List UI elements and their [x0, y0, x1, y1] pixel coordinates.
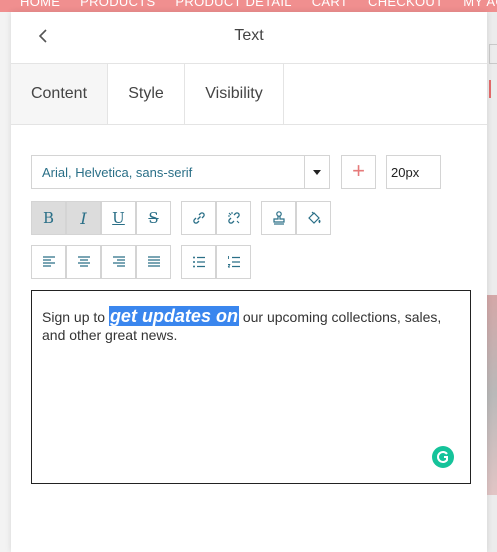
- align-center-button[interactable]: [66, 245, 101, 279]
- align-justify-icon: [147, 256, 160, 267]
- underline-button[interactable]: U: [101, 201, 136, 235]
- tab-visibility[interactable]: Visibility: [185, 64, 284, 124]
- background-input-edge: [489, 44, 497, 64]
- align-center-icon: [77, 256, 90, 267]
- italic-icon: I: [80, 208, 87, 228]
- bg-nav-item: HOME: [20, 0, 61, 9]
- bg-nav-item: CART: [311, 0, 349, 9]
- bg-nav-item: PRODUCT DETAIL: [175, 0, 292, 9]
- align-justify-button[interactable]: [136, 245, 171, 279]
- paint-bucket-icon: [307, 211, 320, 224]
- panel-header: Text: [11, 12, 487, 64]
- tab-content[interactable]: Content: [11, 64, 108, 124]
- strikethrough-icon: S: [148, 209, 159, 227]
- link-button[interactable]: [181, 201, 216, 235]
- add-font-button[interactable]: +: [341, 155, 376, 189]
- align-right-icon: [112, 256, 125, 267]
- grammarly-icon[interactable]: [432, 446, 454, 468]
- chevron-down-icon[interactable]: [304, 155, 330, 189]
- link-icon: [192, 212, 205, 224]
- panel-tabs: Content Style Visibility: [11, 64, 487, 125]
- stamp-icon: [272, 211, 285, 225]
- unlink-icon: [227, 212, 240, 224]
- bold-icon: B: [42, 209, 55, 227]
- bg-nav-item: PRODUCTS: [80, 0, 156, 9]
- editor-text-before: Sign up to: [42, 309, 109, 325]
- panel-title: Text: [234, 27, 264, 44]
- text-editor[interactable]: Sign up to get updates on our upcoming c…: [31, 290, 471, 484]
- background-nav: HOME PRODUCTS PRODUCT DETAIL CART CHECKO…: [0, 0, 497, 12]
- font-size-input[interactable]: [386, 155, 441, 189]
- bullet-list-icon: [192, 256, 205, 268]
- tab-style[interactable]: Style: [108, 64, 185, 124]
- numbered-list-icon: [227, 256, 240, 268]
- text-settings-panel: Text Content Style Visibility Arial, Hel…: [11, 12, 487, 552]
- background-search-edge: [489, 80, 497, 98]
- bullet-list-button[interactable]: [181, 245, 216, 279]
- stamp-button[interactable]: [261, 201, 296, 235]
- italic-button[interactable]: I: [66, 201, 101, 235]
- bold-button[interactable]: B: [31, 201, 66, 235]
- align-right-button[interactable]: [101, 245, 136, 279]
- align-left-icon: [42, 256, 55, 267]
- strikethrough-button[interactable]: S: [136, 201, 171, 235]
- underline-icon: U: [112, 209, 125, 227]
- bg-nav-item: MY ACCOUNT: [463, 0, 497, 9]
- background-nav-items: HOME PRODUCTS PRODUCT DETAIL CART CHECKO…: [20, 0, 497, 9]
- paint-bucket-button[interactable]: [296, 201, 331, 235]
- selected-text: get updates on: [108, 306, 239, 326]
- align-left-button[interactable]: [31, 245, 66, 279]
- bg-nav-item: CHECKOUT: [368, 0, 444, 9]
- background-image-edge: [487, 295, 497, 495]
- unlink-button[interactable]: [216, 201, 251, 235]
- font-family-select[interactable]: Arial, Helvetica, sans-serif: [31, 155, 330, 189]
- numbered-list-button[interactable]: [216, 245, 251, 279]
